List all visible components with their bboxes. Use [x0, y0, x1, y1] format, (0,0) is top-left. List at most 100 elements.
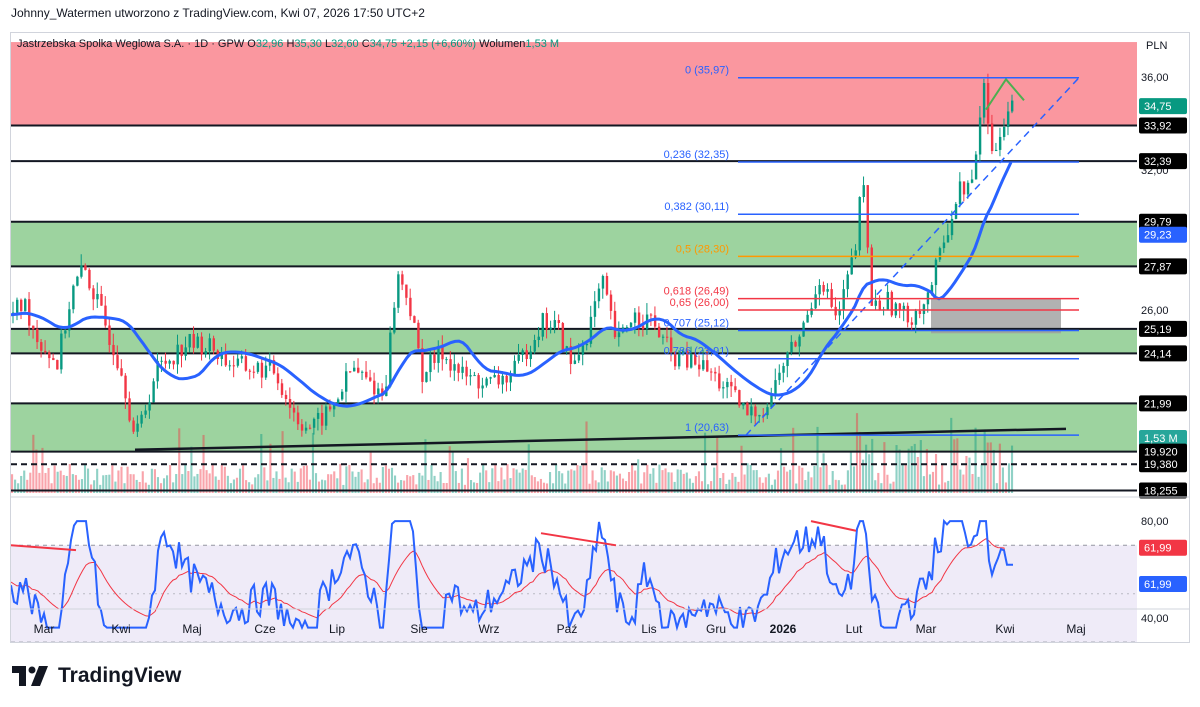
volume-bar [460, 468, 463, 493]
candle-body [481, 385, 484, 389]
candle-body [573, 360, 577, 364]
volume-bar [223, 466, 226, 493]
volume-bar [779, 448, 783, 493]
candle-body [465, 366, 468, 377]
volume-bar [588, 483, 591, 493]
candle-body [726, 381, 729, 388]
chart-area[interactable]: 0 (35,97) 0,236 (32,35) 0,382 (30,11) 0,5 (… [10, 32, 1190, 643]
footer-logo[interactable]: TradingView [12, 664, 181, 688]
time-axis-tick: Mar [916, 622, 937, 636]
volume-bar [299, 468, 302, 493]
price-badge-text: 19,380 [1144, 459, 1178, 471]
candle-body [962, 181, 966, 195]
candle-body [629, 322, 633, 328]
volume-bar [950, 417, 953, 493]
candle-body [513, 360, 516, 375]
candle-body [433, 354, 436, 363]
volume-bar [798, 465, 801, 493]
candle-body [44, 350, 47, 353]
volume-bar [442, 482, 445, 493]
candle-body [706, 360, 709, 372]
candle-body [593, 301, 597, 317]
candle-body [228, 365, 232, 367]
zone-red-0 [11, 42, 1137, 126]
candle-body [950, 218, 954, 236]
candle-body [48, 352, 51, 359]
volume-bar [868, 454, 871, 493]
volume-bar [980, 464, 983, 493]
volume-bar [871, 438, 874, 493]
time-axis-tick: Maj [1066, 622, 1085, 636]
candle-body [168, 360, 171, 364]
candle-body [653, 315, 657, 327]
candle-body [88, 269, 91, 289]
volume-bar [883, 442, 886, 493]
price-chart-svg[interactable]: 0 (35,97) 0,236 (32,35) 0,382 (30,11) 0,5 (… [11, 33, 1190, 643]
candle-body [20, 299, 23, 311]
candle-body [613, 310, 617, 338]
fib-level-label: 0,618 (26,49) [664, 286, 729, 298]
volume-bar [995, 483, 998, 493]
volume-bar [506, 464, 509, 493]
candle-body [284, 394, 288, 399]
candle-body [292, 407, 296, 413]
candle-body [1002, 127, 1006, 137]
price-badge-text: 32,39 [1144, 156, 1172, 168]
candle-body [353, 367, 356, 372]
volume-bar [783, 466, 786, 493]
candle-body [276, 373, 280, 384]
candle-body [212, 338, 215, 351]
candle-body [1006, 111, 1010, 128]
fib-level-label: 0,707 (25,12) [664, 318, 729, 330]
volume-bar [849, 451, 853, 493]
candle-body [304, 427, 308, 431]
volume-bar [415, 484, 418, 493]
candle-body [192, 333, 195, 348]
candle-body [208, 338, 211, 352]
candle-body [834, 306, 837, 316]
candle-body [116, 355, 119, 369]
candle-body [324, 406, 328, 426]
volume-bar [941, 463, 944, 493]
volume-bar [564, 483, 567, 493]
candle-body [60, 333, 63, 370]
price-badge-text: 18,255 [1144, 485, 1178, 497]
volume-bar [150, 468, 153, 493]
candle-body [260, 362, 264, 378]
candle-body [493, 374, 496, 378]
candle-body [449, 359, 452, 371]
volume-bar [199, 469, 202, 493]
volume-bar [637, 459, 640, 493]
legend-low: 32,60 [331, 38, 359, 50]
candle-body [204, 351, 207, 355]
candle-body [100, 293, 103, 306]
volume-bar [424, 439, 427, 493]
rsi-axis-tick: 80,00 [1141, 516, 1169, 528]
candle-body [822, 285, 825, 292]
candle-body [738, 390, 741, 406]
candle-body [986, 82, 990, 124]
candle-body [152, 381, 155, 403]
candle-body [734, 386, 737, 391]
time-axis-tick: Lis [641, 622, 656, 636]
candle-body [874, 300, 877, 306]
volume-bar [123, 483, 126, 493]
time-axis-tick: Kwi [995, 622, 1014, 636]
candle-body [457, 364, 460, 373]
volume-bar [211, 463, 214, 493]
candle-body [974, 154, 978, 180]
candle-body [393, 307, 396, 333]
volume-bar [795, 483, 798, 493]
candle-body [136, 423, 139, 432]
candle-body [365, 371, 368, 378]
volume-bar [348, 464, 351, 493]
volume-bar [494, 463, 497, 493]
price-badge-text: 25,19 [1144, 324, 1172, 336]
volume-bar [120, 466, 123, 493]
candle-body [473, 375, 476, 377]
candle-body [698, 364, 701, 370]
volume-bar [378, 482, 381, 493]
volume-bar [968, 457, 971, 493]
candle-body [236, 358, 240, 366]
volume-bar [965, 455, 968, 493]
